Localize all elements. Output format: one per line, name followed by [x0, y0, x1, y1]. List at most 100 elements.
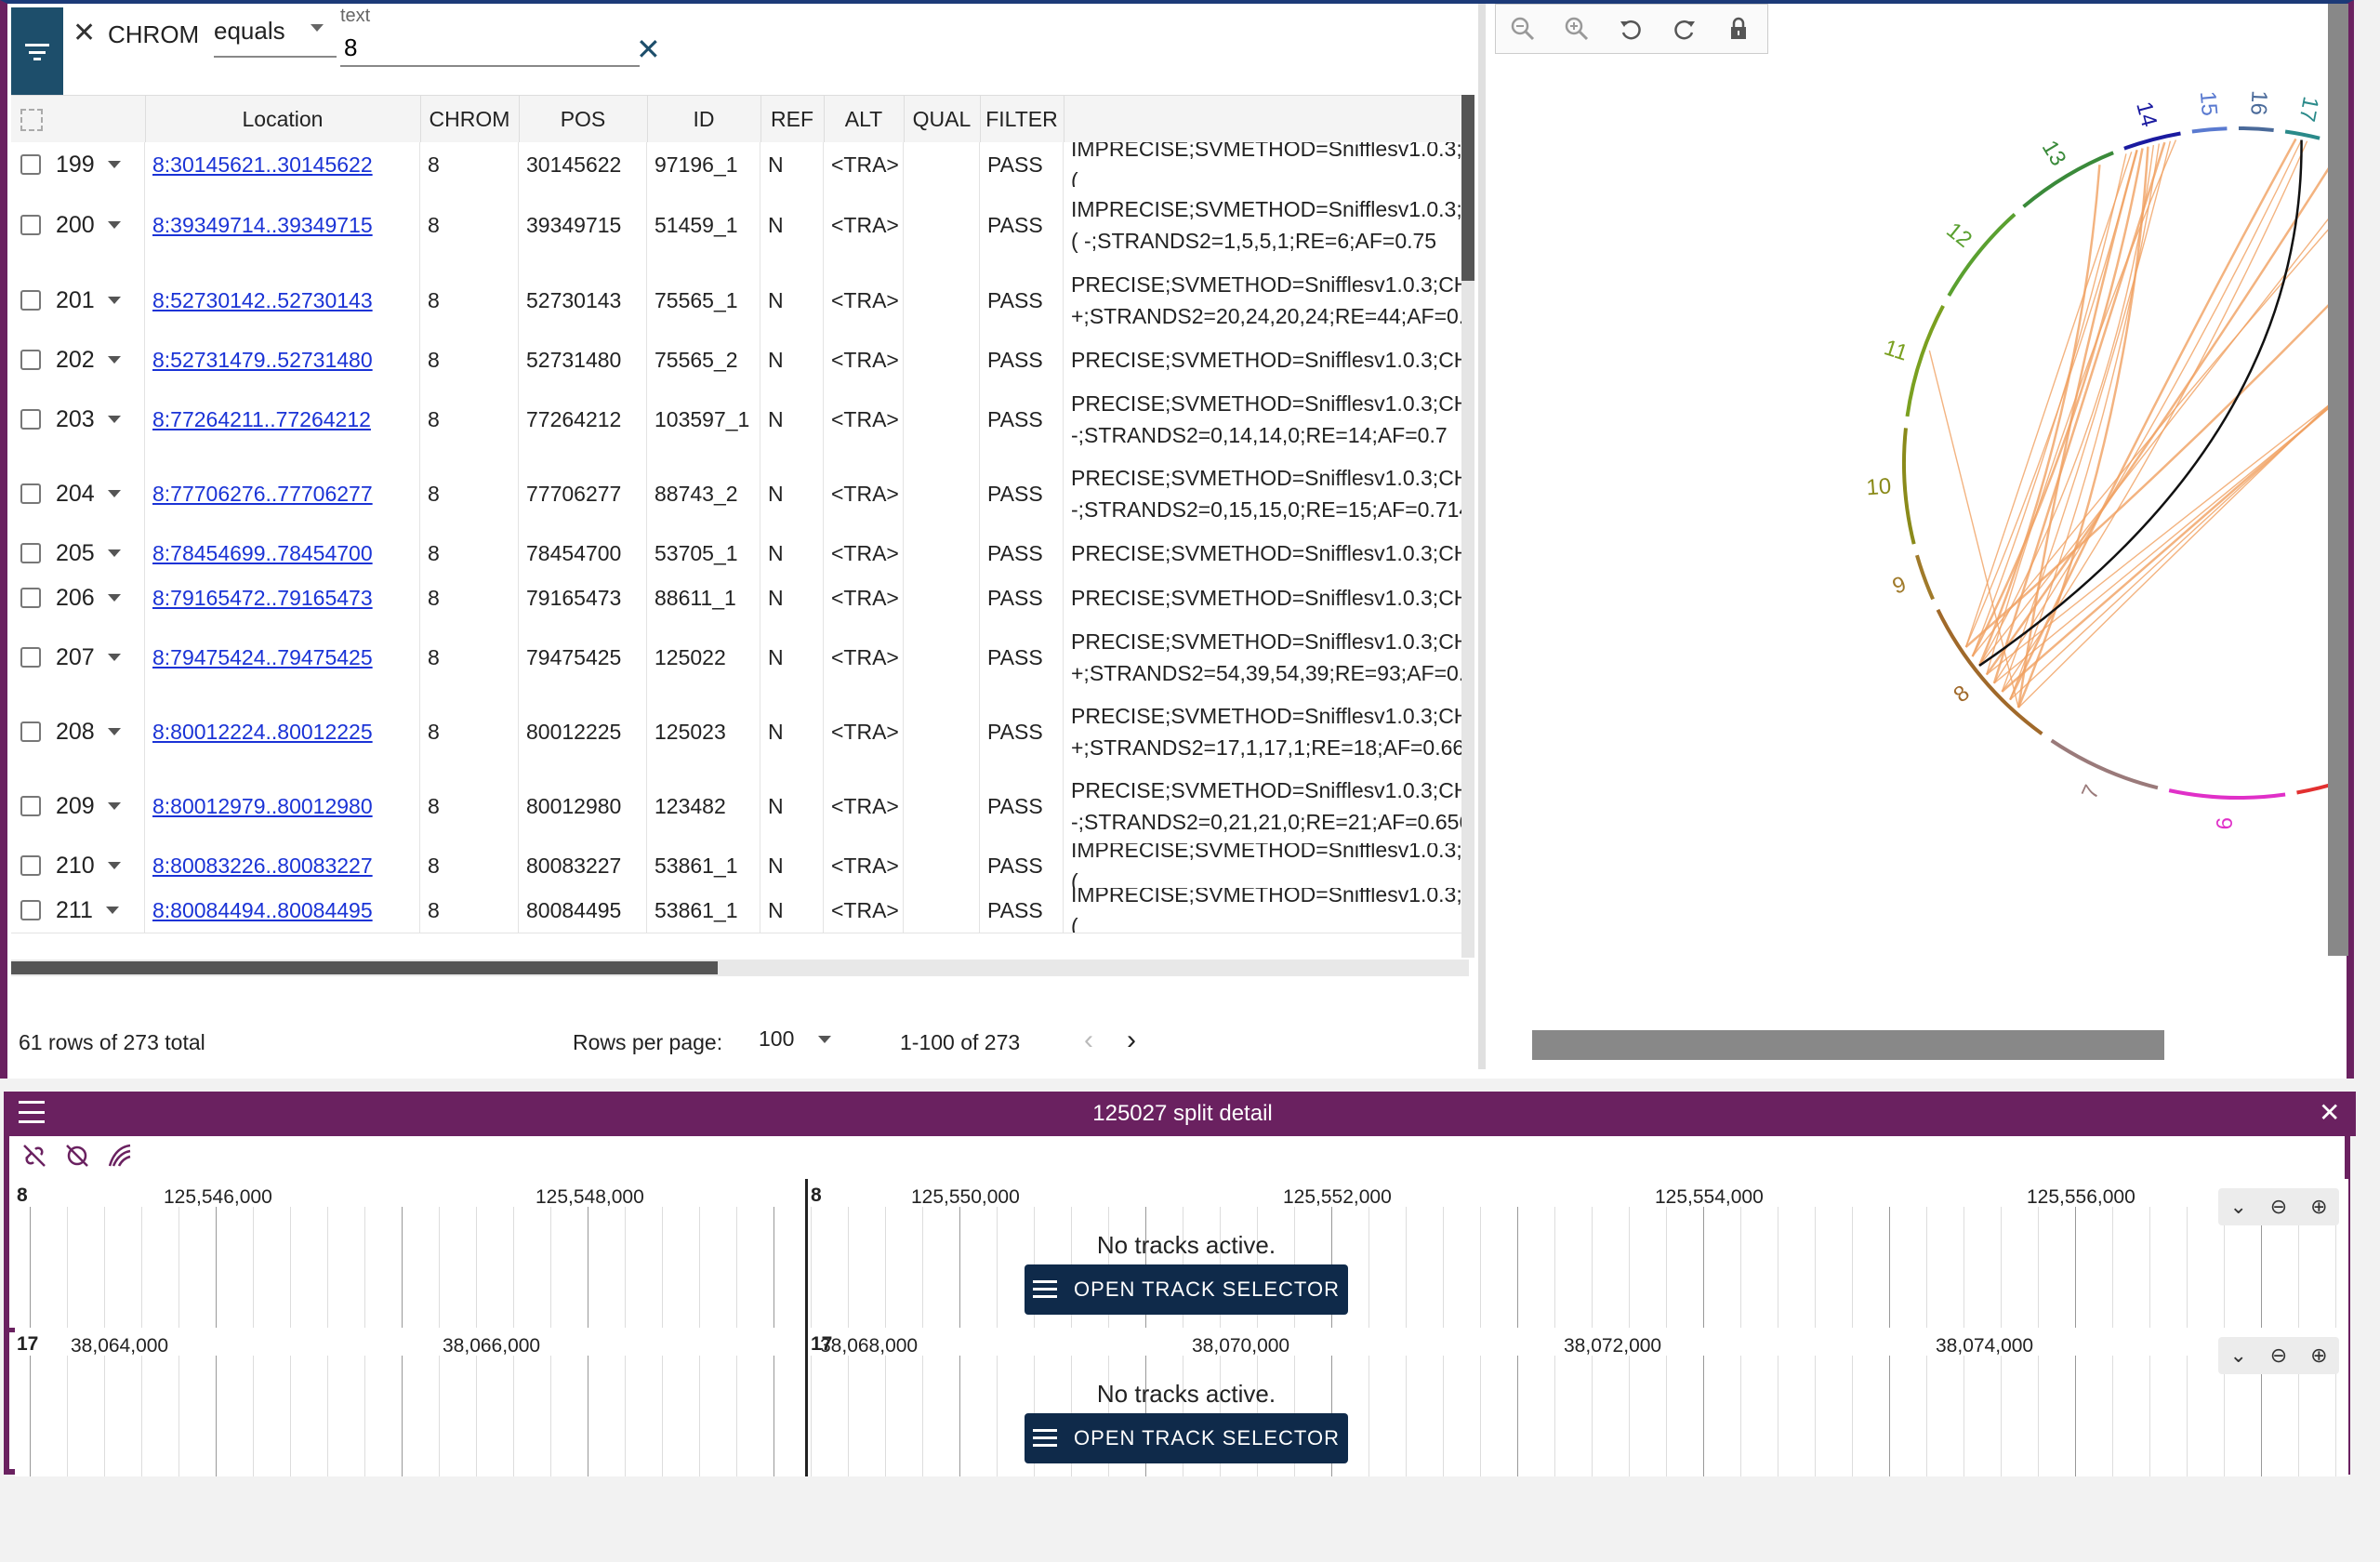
- table-row[interactable]: 200 8:39349714..39349715 8 39349715 51459_1 N…: [11, 187, 1469, 264]
- chevron-down-icon[interactable]: ⌄: [2229, 1195, 2246, 1219]
- row-checkbox[interactable]: [20, 543, 41, 563]
- chromosome-arc[interactable]: [2123, 131, 2181, 151]
- linear-view[interactable]: 8 8 125,546,000 125,548,000 125,550,000 125,5…: [15, 1179, 2348, 1328]
- chromosome-arc[interactable]: [1915, 554, 1935, 601]
- table-row[interactable]: 199 8:30145621..30145622 8 30145622 97196_1 N…: [11, 142, 1469, 188]
- row-checkbox[interactable]: [20, 647, 41, 668]
- translocation-arc[interactable]: [1972, 167, 2341, 657]
- previous-page-icon[interactable]: ‹: [1084, 1025, 1093, 1056]
- table-row[interactable]: 201 8:52730142..52730143 8 52730143 75565_1 N…: [11, 263, 1469, 338]
- row-checkbox[interactable]: [20, 350, 41, 370]
- column-header-ref[interactable]: REF: [760, 96, 825, 142]
- vertical-scrollbar-thumb[interactable]: [1461, 95, 1474, 281]
- translocation-arc[interactable]: [1978, 163, 2341, 667]
- filter-operator-select[interactable]: equals: [214, 17, 337, 58]
- expand-icon[interactable]: [20, 109, 43, 131]
- location-link[interactable]: 8:52730142..52730143: [152, 288, 373, 313]
- row-menu-icon[interactable]: [107, 221, 121, 229]
- chromosome-arc[interactable]: [1902, 428, 1916, 545]
- location-link[interactable]: 8:80012224..80012225: [152, 720, 373, 745]
- column-header-location[interactable]: Location: [145, 96, 421, 142]
- row-menu-icon[interactable]: [107, 490, 121, 497]
- table-row[interactable]: 206 8:79165472..79165473 8 79165473 88611_1 N…: [11, 576, 1469, 621]
- rows-per-page-select[interactable]: 100: [759, 1026, 842, 1058]
- table-row[interactable]: 209 8:80012979..80012980 8 80012980 123482 N <…: [11, 769, 1469, 844]
- table-row[interactable]: 211 8:80084494..80084495 8 80084495 53861_1 N…: [11, 888, 1469, 933]
- zoom-out-icon[interactable]: ⊖: [2270, 1195, 2287, 1219]
- row-checkbox[interactable]: [20, 409, 41, 430]
- row-menu-icon[interactable]: [107, 356, 121, 364]
- row-menu-icon[interactable]: [107, 654, 121, 661]
- curves-icon[interactable]: [106, 1142, 134, 1174]
- column-header-info[interactable]: [1064, 96, 1469, 142]
- row-checkbox[interactable]: [20, 290, 41, 311]
- location-link[interactable]: 8:77264211..77264212: [152, 407, 371, 432]
- row-checkbox[interactable]: [20, 855, 41, 876]
- translocation-arc[interactable]: [2017, 251, 2341, 708]
- row-checkbox[interactable]: [20, 588, 41, 608]
- column-header-alt[interactable]: ALT: [824, 96, 905, 142]
- chromosome-arc[interactable]: [2238, 126, 2274, 132]
- row-checkbox[interactable]: [20, 721, 41, 742]
- sync-icon[interactable]: [63, 1142, 91, 1174]
- chromosome-arc[interactable]: [2050, 738, 2159, 790]
- open-track-selector-button[interactable]: OPEN TRACK SELECTOR: [1025, 1413, 1348, 1463]
- unlink-views-icon[interactable]: [20, 1142, 48, 1174]
- row-menu-icon[interactable]: [105, 907, 119, 914]
- row-checkbox[interactable]: [20, 796, 41, 816]
- close-icon[interactable]: ✕: [2319, 1097, 2340, 1128]
- next-page-icon[interactable]: ›: [1127, 1025, 1136, 1056]
- open-track-selector-button[interactable]: OPEN TRACK SELECTOR: [1025, 1264, 1348, 1315]
- translocation-arc[interactable]: [1986, 270, 2341, 676]
- table-row[interactable]: 207 8:79475424..79475425 8 79475425 125022 N <…: [11, 620, 1469, 695]
- column-header-qual[interactable]: QUAL: [904, 96, 981, 142]
- location-link[interactable]: 8:52731479..52731480: [152, 348, 373, 373]
- location-link[interactable]: 8:80012979..80012980: [152, 794, 373, 819]
- translocation-arc[interactable]: [2001, 140, 2308, 693]
- row-menu-icon[interactable]: [107, 416, 121, 423]
- chevron-down-icon[interactable]: ⌄: [2229, 1344, 2246, 1368]
- row-menu-icon[interactable]: [107, 802, 121, 810]
- location-link[interactable]: 8:30145621..30145622: [152, 152, 373, 178]
- column-header-chrom[interactable]: CHROM: [420, 96, 520, 142]
- translocation-arc[interactable]: [1971, 153, 2127, 657]
- circular-vertical-scrollbar[interactable]: [2328, 4, 2348, 956]
- table-row[interactable]: 204 8:77706276..77706277 8 77706277 88743_2 N…: [11, 457, 1469, 532]
- clear-icon[interactable]: ✕: [636, 32, 661, 67]
- row-checkbox[interactable]: [20, 154, 41, 175]
- column-header-id[interactable]: ID: [647, 96, 761, 142]
- location-link[interactable]: 8:80084494..80084495: [152, 898, 373, 923]
- table-row[interactable]: 203 8:77264211..77264212 8 77264212 103597_1…: [11, 382, 1469, 457]
- location-link[interactable]: 8:78454699..78454700: [152, 541, 373, 566]
- location-link[interactable]: 8:80083226..80083227: [152, 854, 373, 879]
- table-row[interactable]: 205 8:78454699..78454700 8 78454700 53705_1 N…: [11, 531, 1469, 576]
- row-menu-icon[interactable]: [107, 594, 121, 602]
- linear-view[interactable]: 17 17 38,064,000 38,066,000 38,068,000 38,070…: [15, 1328, 2348, 1476]
- row-menu-icon[interactable]: [107, 161, 121, 168]
- table-row[interactable]: 208 8:80012224..80012225 8 80012225 125023 N <…: [11, 695, 1469, 770]
- circular-horizontal-scrollbar[interactable]: [1532, 1030, 2164, 1060]
- location-link[interactable]: 8:77706276..77706277: [152, 482, 373, 507]
- location-link[interactable]: 8:39349714..39349715: [152, 213, 373, 238]
- select-all-header[interactable]: [11, 96, 146, 142]
- zoom-in-icon[interactable]: ⊕: [2310, 1195, 2327, 1219]
- table-row[interactable]: 202 8:52731479..52731480 8 52731480 75565_2 N…: [11, 338, 1469, 383]
- chromosome-arc[interactable]: [2168, 788, 2286, 800]
- translocation-arc[interactable]: [1985, 149, 2341, 676]
- chromosome-arc[interactable]: [2284, 129, 2320, 140]
- filter-menu-button[interactable]: [11, 7, 63, 97]
- location-link[interactable]: 8:79165472..79165473: [152, 586, 373, 611]
- row-checkbox[interactable]: [20, 900, 41, 920]
- location-link[interactable]: 8:79475424..79475425: [152, 645, 373, 670]
- horizontal-scrollbar-thumb[interactable]: [11, 961, 718, 974]
- translocation-arc[interactable]: [2001, 260, 2341, 693]
- zoom-in-icon[interactable]: ⊕: [2310, 1344, 2327, 1368]
- translocation-arc[interactable]: [1993, 139, 2303, 684]
- row-checkbox[interactable]: [20, 215, 41, 235]
- chromosome-arc[interactable]: [1905, 305, 1945, 417]
- filter-text-input[interactable]: [340, 30, 640, 67]
- table-row[interactable]: 210 8:80083226..80083227 8 80083227 53861_1 N…: [11, 843, 1469, 889]
- close-icon[interactable]: ✕: [73, 17, 96, 49]
- circular-genome-plot[interactable]: 12345678910111213141516171819202122XY[69…: [1486, 4, 2341, 1026]
- zoom-out-icon[interactable]: ⊖: [2270, 1344, 2287, 1368]
